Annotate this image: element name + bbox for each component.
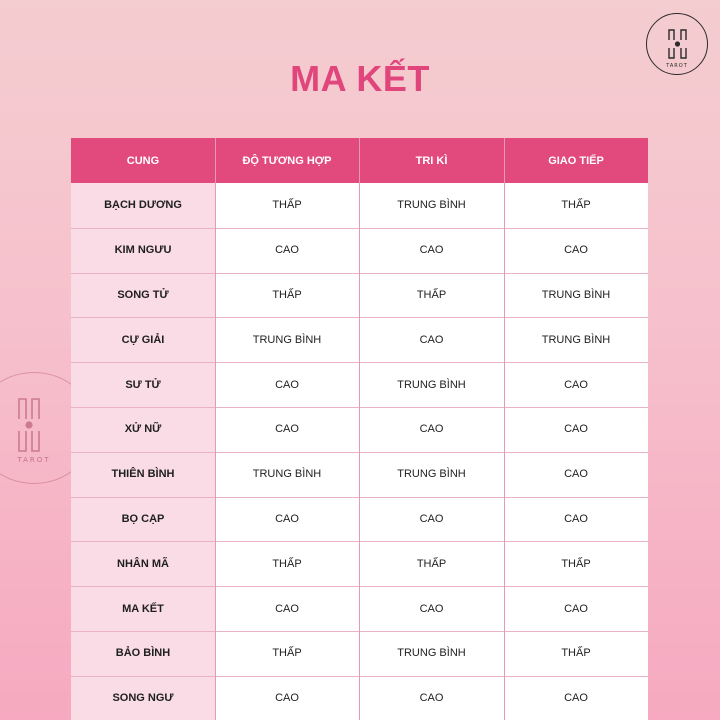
header-cung: CUNG bbox=[126, 154, 160, 167]
sign-name-cell: BỌ CẠP bbox=[71, 496, 215, 542]
sign-name-cell: MA KẾT bbox=[71, 586, 215, 631]
sign-name-cell: XỬ NỮ bbox=[71, 407, 215, 452]
column-divider bbox=[359, 138, 360, 720]
tarot-logo-top: TAROT bbox=[646, 13, 708, 75]
rating-cell: CAO bbox=[564, 512, 588, 525]
rating-cell: CAO bbox=[275, 512, 299, 525]
rating-cell: TRUNG BÌNH bbox=[397, 468, 466, 481]
sign-name-cell: KIM NGƯU bbox=[71, 227, 215, 273]
rating-cell: THẤP bbox=[272, 647, 302, 660]
rating-cell: CAO bbox=[564, 692, 588, 705]
rating-cell: TRUNG BÌNH bbox=[541, 333, 611, 346]
sign-name-cell: SONG TỬ bbox=[71, 272, 215, 318]
rating-cell: CAO bbox=[564, 468, 588, 481]
sign-name-cell: CỰ GIẢI bbox=[71, 317, 215, 363]
rating-cell: CAO bbox=[275, 423, 299, 436]
sign-name-cell: BẠCH DƯƠNG bbox=[71, 183, 215, 228]
sign-name-cell: THIÊN BÌNH bbox=[71, 451, 215, 497]
rating-cell: CAO bbox=[419, 244, 444, 257]
rating-cell: THẤP bbox=[561, 647, 591, 660]
rating-cell: THẤP bbox=[272, 557, 302, 570]
sign-name-cell: BẢO BÌNH bbox=[71, 631, 215, 676]
rating-cell: CAO bbox=[564, 378, 588, 391]
rating-cell: CAO bbox=[419, 692, 444, 705]
rating-cell: CAO bbox=[564, 602, 588, 615]
rating-cell: TRUNG BÌNH bbox=[252, 333, 322, 346]
rating-cell: TRUNG BÌNH bbox=[397, 199, 466, 212]
header-giao-tiep: GIAO TIẾP bbox=[548, 154, 604, 167]
rating-cell: CAO bbox=[275, 244, 299, 257]
rating-cell: THẤP bbox=[561, 199, 591, 212]
rating-cell: CAO bbox=[419, 423, 444, 436]
rating-cell: CAO bbox=[419, 333, 444, 346]
rating-cell: TRUNG BÌNH bbox=[252, 468, 322, 481]
header-tri-ki: TRI KÌ bbox=[415, 154, 448, 167]
rating-cell: THẤP bbox=[416, 557, 447, 570]
rating-cell: TRUNG BÌNH bbox=[397, 647, 466, 660]
rating-cell: THẤP bbox=[416, 288, 447, 301]
logo-tag: TAROT bbox=[666, 63, 688, 69]
sign-name-cell: SONG NGƯ bbox=[71, 675, 215, 720]
sign-name-cell: SƯ TỬ bbox=[71, 362, 215, 407]
rating-cell: THẤP bbox=[272, 199, 302, 212]
rating-cell: CAO bbox=[275, 378, 299, 391]
compatibility-table: CUNG ĐỘ TƯƠNG HỢP TRI KÌ GIAO TIẾP BẠCH … bbox=[71, 138, 648, 720]
rating-cell: THẤP bbox=[272, 288, 302, 301]
rating-cell: CAO bbox=[419, 512, 444, 525]
rating-cell: THẤP bbox=[561, 557, 591, 570]
column-divider bbox=[215, 138, 216, 720]
rating-cell: CAO bbox=[419, 602, 444, 615]
rating-cell: CAO bbox=[275, 602, 299, 615]
header-do-tuong-hop: ĐỘ TƯƠNG HỢP bbox=[242, 154, 332, 167]
sign-name-cell: NHÂN MÃ bbox=[71, 541, 215, 587]
rating-cell: CAO bbox=[564, 244, 588, 257]
rating-cell: TRUNG BÌNH bbox=[397, 378, 466, 391]
column-divider bbox=[504, 138, 505, 720]
rating-cell: TRUNG BÌNH bbox=[541, 288, 611, 301]
rating-cell: CAO bbox=[275, 692, 299, 705]
rating-cell: CAO bbox=[564, 423, 588, 436]
page-title: MA KẾT bbox=[290, 58, 430, 99]
